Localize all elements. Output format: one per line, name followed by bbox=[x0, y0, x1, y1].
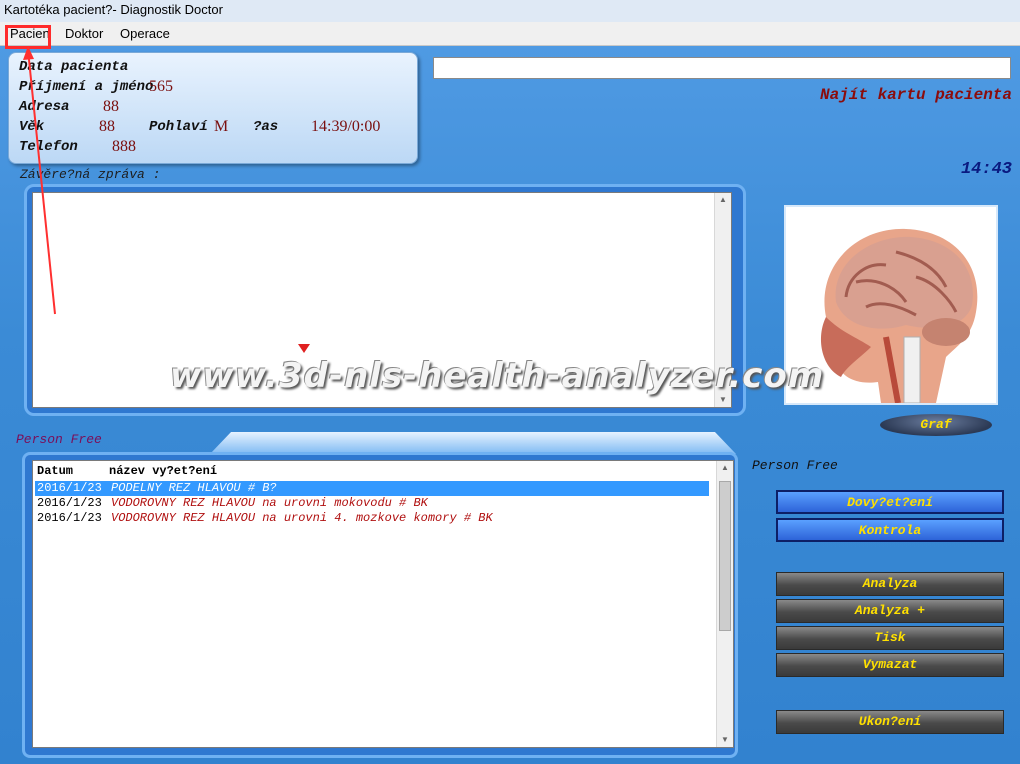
analyza-button[interactable]: Analyza bbox=[776, 572, 1004, 596]
scroll-down-icon[interactable]: ▼ bbox=[717, 733, 733, 747]
list-scrollbar[interactable]: ▲ ▼ bbox=[716, 461, 733, 747]
col-date-header: Datum bbox=[37, 464, 74, 478]
sex-value: M bbox=[214, 118, 229, 135]
analyza-plus-button[interactable]: Analyza + bbox=[776, 599, 1004, 623]
time-value: 14:39/0:00 bbox=[311, 118, 381, 135]
search-input[interactable] bbox=[433, 57, 1011, 79]
sex-label: Pohlaví bbox=[149, 119, 208, 135]
exam-list[interactable]: Datum název vy?et?ení 2016/1/23 PODELNY … bbox=[32, 460, 734, 748]
marker-arrow-icon bbox=[298, 344, 310, 353]
col-name-header: název vy?et?ení bbox=[109, 464, 218, 478]
row-name: VODOROVNY REZ HLAVOU na urovni mokovodu … bbox=[111, 496, 428, 510]
list-tab-header bbox=[210, 432, 736, 454]
table-row[interactable]: 2016/1/23 VODOROVNY REZ HLAVOU na urovni… bbox=[35, 511, 709, 526]
name-value: 565 bbox=[149, 78, 173, 95]
row-date: 2016/1/23 bbox=[37, 496, 102, 510]
phone-value: 888 bbox=[112, 138, 136, 155]
person-free-right: Person Free bbox=[752, 458, 838, 473]
find-patient-card-label: Najít kartu pacienta bbox=[819, 86, 1012, 104]
watermark-text: www.3d-nls-health-analyzer.com bbox=[170, 356, 825, 396]
menu-operace[interactable]: Operace bbox=[120, 26, 170, 41]
annotation-arrow bbox=[23, 46, 56, 315]
window-title: Kartotéka pacient?- Diagnostik Doctor bbox=[0, 0, 1020, 22]
row-name: PODELNY REZ HLAVOU # B? bbox=[111, 481, 277, 495]
ukonceni-button[interactable]: Ukon?ení bbox=[776, 710, 1004, 734]
age-value: 88 bbox=[99, 118, 115, 135]
row-date: 2016/1/23 bbox=[37, 511, 102, 525]
dovysetreni-button[interactable]: Dovy?et?ení bbox=[776, 490, 1004, 514]
menu-bar: Pacien Doktor Operace bbox=[0, 22, 1020, 46]
person-free-left: Person Free bbox=[16, 432, 102, 447]
scroll-up-icon[interactable]: ▲ bbox=[717, 461, 733, 475]
tisk-button[interactable]: Tisk bbox=[776, 626, 1004, 650]
graf-button[interactable]: Graf bbox=[880, 414, 992, 436]
clock-display: 14:43 bbox=[960, 160, 1012, 179]
table-row[interactable]: 2016/1/23 PODELNY REZ HLAVOU # B? bbox=[35, 481, 709, 496]
scroll-up-icon[interactable]: ▲ bbox=[715, 193, 731, 207]
scrollbar-thumb[interactable] bbox=[719, 481, 731, 631]
table-row[interactable]: 2016/1/23 VODOROVNY REZ HLAVOU na urovni… bbox=[35, 496, 709, 511]
kontrola-button[interactable]: Kontrola bbox=[776, 518, 1004, 542]
row-name: VODOROVNY REZ HLAVOU na urovni 4. mozkov… bbox=[111, 511, 493, 525]
time-label: ?as bbox=[253, 119, 279, 135]
menu-doktor[interactable]: Doktor bbox=[65, 26, 103, 41]
row-date: 2016/1/23 bbox=[37, 481, 102, 495]
vymazat-button[interactable]: Vymazat bbox=[776, 653, 1004, 677]
address-value: 88 bbox=[103, 98, 119, 115]
